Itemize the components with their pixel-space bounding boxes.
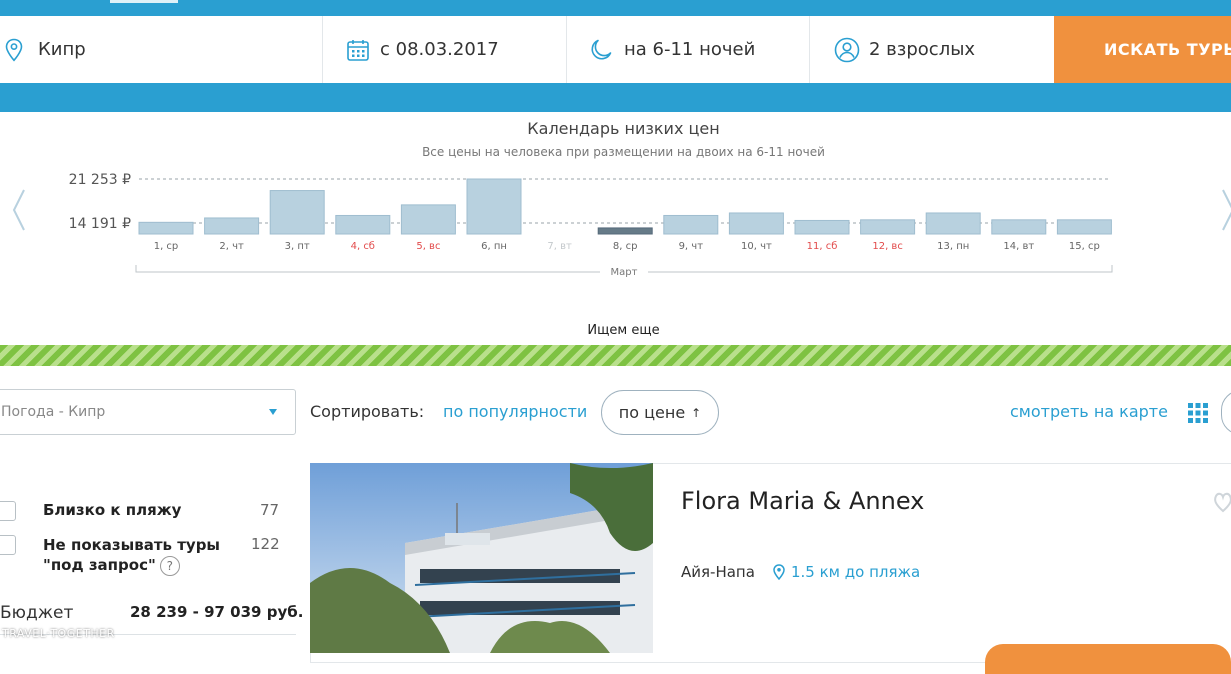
budget-label: Бюджет xyxy=(0,603,74,623)
x-axis-day-label: 6, пн xyxy=(481,241,507,252)
date-field[interactable]: с 08.03.2017 xyxy=(323,16,567,83)
price-bar[interactable] xyxy=(860,219,916,235)
watermark: TRAVEL·TOGETHER xyxy=(2,627,115,640)
location-pin-icon xyxy=(773,564,785,580)
favorite-heart-icon[interactable] xyxy=(1213,491,1231,513)
low-price-calendar: Календарь низких цен Все цены на человек… xyxy=(0,112,1231,345)
y-axis-tick-label: 21 253 ₽ xyxy=(69,172,131,188)
x-axis-day-label: 2, чт xyxy=(219,241,244,252)
date-value: с 08.03.2017 xyxy=(380,39,499,60)
top-tab-indicator xyxy=(110,0,178,3)
near-beach-count: 77 xyxy=(260,501,280,519)
price-button[interactable] xyxy=(985,644,1231,674)
grid-view-icon[interactable] xyxy=(1188,403,1208,423)
x-axis-day-label: 9, чт xyxy=(679,241,704,252)
near-beach-checkbox[interactable] xyxy=(0,501,16,521)
destination-value: Кипр xyxy=(38,39,86,60)
price-bar[interactable] xyxy=(335,214,391,235)
price-bar[interactable] xyxy=(466,178,522,235)
hide-on-request-count: 122 xyxy=(251,535,280,553)
beach-distance[interactable]: 1.5 км до пляжа xyxy=(773,563,920,581)
user-icon xyxy=(834,37,860,62)
weather-dropdown[interactable]: Погода - Кипр xyxy=(0,389,296,435)
x-axis-day-label: 12, вс xyxy=(872,241,902,252)
price-bar[interactable] xyxy=(138,221,194,235)
beach-distance-label: 1.5 км до пляжа xyxy=(791,563,921,581)
search-bar: Кипр с 08.03.2017 на 6-11 ночей 2 взросл… xyxy=(0,16,1231,83)
travelers-field[interactable]: 2 взрослых xyxy=(810,16,1054,83)
search-progress-bar xyxy=(0,345,1231,366)
price-bar[interactable] xyxy=(269,190,325,235)
sort-arrow-icon: ↑ xyxy=(691,405,702,420)
price-bar[interactable] xyxy=(204,217,260,235)
y-axis-tick-label: 14 191 ₽ xyxy=(69,216,131,232)
hotel-name[interactable]: Flora Maria & Annex xyxy=(681,487,924,515)
hotel-city: Айя-Напа xyxy=(681,563,755,581)
hide-on-request-filter: Не показывать туры "под запрос"? xyxy=(43,535,258,576)
moon-icon xyxy=(591,39,612,59)
month-label: Март xyxy=(611,267,638,278)
price-bar[interactable] xyxy=(728,212,784,235)
sort-by-popularity-link[interactable]: по популярности xyxy=(443,402,587,421)
caret-down-icon xyxy=(269,409,277,415)
hotel-photo[interactable] xyxy=(310,463,653,653)
x-axis-day-label: 10, чт xyxy=(741,241,772,252)
budget-value: 28 239 - 97 039 руб. xyxy=(130,603,304,621)
destination-field[interactable]: Кипр xyxy=(0,16,323,83)
list-view-toggle[interactable] xyxy=(1221,390,1231,435)
x-axis-day-label: 14, вт xyxy=(1003,241,1034,252)
sort-by-price-button[interactable]: по цене ↑ xyxy=(601,390,719,435)
sort-label: Сортировать: xyxy=(310,402,425,421)
sort-by-price-label: по цене xyxy=(618,403,686,422)
price-calendar-chart: 21 253 ₽ 14 191 ₽ 1, ср 2, чт 3, пт 4, сб 5, в… xyxy=(69,172,1113,278)
hide-on-request-label: Не показывать туры "под запрос" xyxy=(43,536,220,574)
weather-dropdown-value: Погода - Кипр xyxy=(1,404,106,420)
price-bar[interactable] xyxy=(663,214,719,235)
price-bar[interactable] xyxy=(1056,219,1112,235)
price-bar[interactable] xyxy=(925,212,981,235)
near-beach-label: Близко к пляжу xyxy=(43,501,182,519)
searching-status: Ищем еще xyxy=(587,323,660,338)
x-axis-day-label: 13, пн xyxy=(937,241,969,252)
x-axis-day-label: 15, ср xyxy=(1069,241,1100,252)
help-icon[interactable]: ? xyxy=(159,555,180,576)
location-pin-icon xyxy=(5,38,23,62)
price-bar[interactable] xyxy=(400,204,456,235)
calendar-icon xyxy=(347,39,369,61)
x-axis-day-label: 4, сб xyxy=(351,241,375,252)
x-axis-day-label: 1, ср xyxy=(154,241,179,252)
price-bar[interactable] xyxy=(991,219,1047,235)
x-axis-day-label: 5, вс xyxy=(416,241,440,252)
x-axis-day-label: 8, ср xyxy=(613,241,638,252)
x-axis-day-label: 11, сб xyxy=(807,241,838,252)
view-on-map-link[interactable]: смотреть на карте xyxy=(1010,402,1168,421)
travelers-value: 2 взрослых xyxy=(869,39,976,60)
nights-value: на 6-11 ночей xyxy=(624,39,756,60)
price-bar[interactable] xyxy=(794,219,850,235)
hide-on-request-checkbox[interactable] xyxy=(0,535,16,555)
nights-field[interactable]: на 6-11 ночей xyxy=(567,16,810,83)
price-bar[interactable] xyxy=(597,227,653,235)
x-axis-day-label: 3, пт xyxy=(285,241,310,252)
x-axis-day-label: 7, вт xyxy=(547,241,572,252)
search-tours-button[interactable]: ИСКАТЬ ТУРЫ xyxy=(1054,16,1231,83)
